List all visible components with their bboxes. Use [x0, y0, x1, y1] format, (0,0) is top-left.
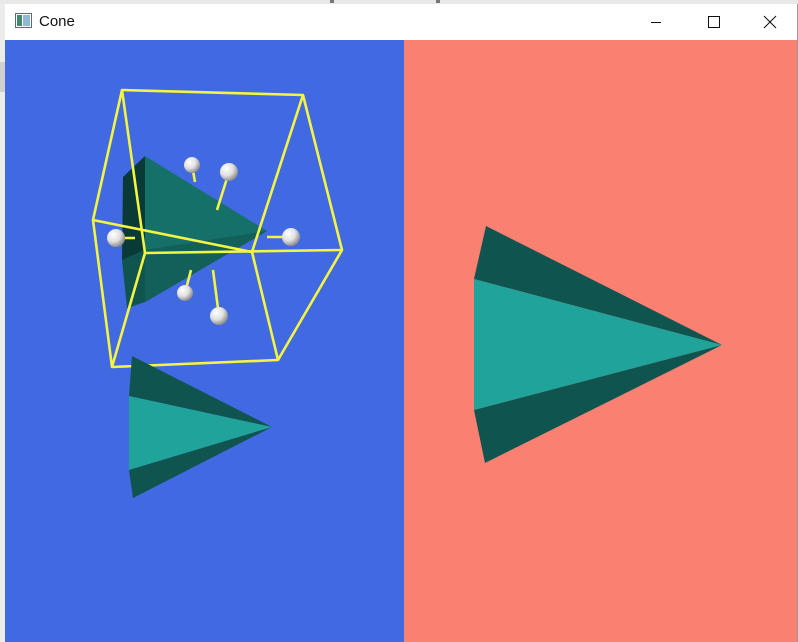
desktop-edge-mark [330, 0, 334, 3]
handle-top-back[interactable] [184, 157, 200, 173]
right-scene [474, 226, 722, 463]
handle-bottom-front[interactable] [210, 307, 228, 325]
box-edge [276, 249, 344, 361]
minimize-icon [650, 16, 662, 28]
handle-left[interactable] [107, 229, 125, 247]
handle-bottom-back[interactable] [177, 285, 193, 301]
box-edge [91, 89, 124, 221]
close-button[interactable] [743, 4, 797, 40]
render-area [5, 40, 797, 642]
minimize-button[interactable] [627, 4, 685, 40]
reference-cone-small[interactable] [129, 356, 272, 498]
handle-right[interactable] [282, 228, 300, 246]
right-viewport[interactable] [404, 40, 797, 642]
close-icon [763, 15, 777, 29]
maximize-button[interactable] [685, 4, 743, 40]
box-edge [250, 94, 305, 253]
handle-top-front[interactable] [220, 163, 238, 181]
title-bar[interactable]: Cone [5, 4, 797, 40]
application-icon [15, 13, 32, 28]
desktop-edge-mark [436, 0, 440, 3]
left-viewport[interactable] [5, 40, 404, 642]
app-window: Cone [5, 4, 798, 642]
window-title: Cone [39, 13, 75, 30]
maximize-icon [708, 16, 720, 28]
left-scene [91, 88, 344, 498]
reference-cone-large[interactable] [474, 226, 722, 463]
